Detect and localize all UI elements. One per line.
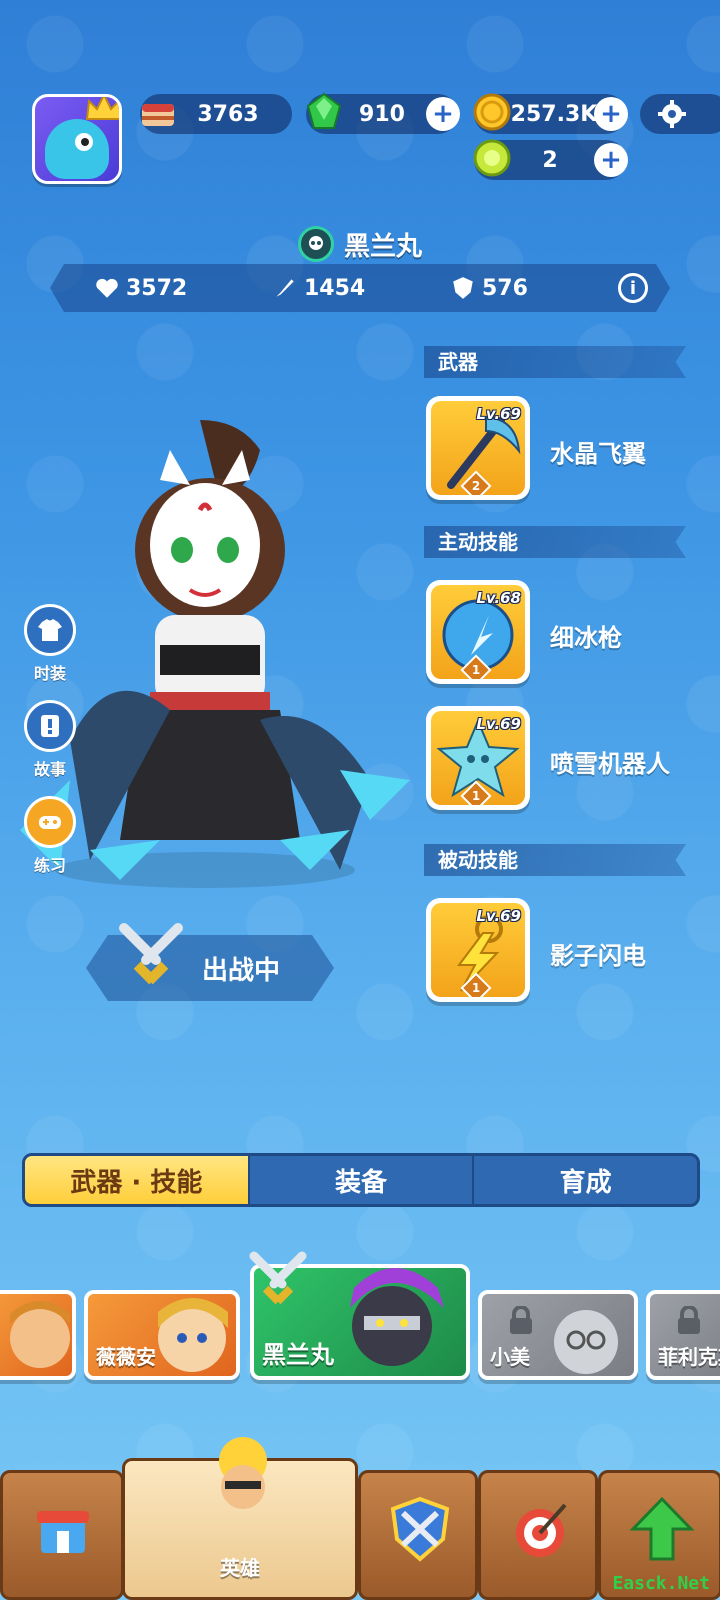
active-skill-1-level: Lv.68: [476, 589, 521, 607]
plus-icon: +: [600, 99, 622, 129]
costume-button[interactable]: 时装: [22, 604, 78, 684]
add-gems-button[interactable]: +: [426, 97, 460, 131]
cake-counter: 3763: [140, 94, 292, 134]
passive-skill-level: Lv.69: [476, 907, 521, 925]
shirt-icon: [24, 604, 76, 656]
sword-icon: [276, 279, 294, 297]
story-label: 故事: [33, 760, 66, 779]
crossed-swords-icon: [119, 923, 183, 985]
tab-weapon-skills[interactable]: 武器 · 技能: [25, 1156, 250, 1204]
tab-growth[interactable]: 育成: [474, 1156, 697, 1204]
gem-icon: [306, 92, 342, 129]
nav-shop[interactable]: [0, 1470, 124, 1600]
heart-icon: [96, 278, 118, 298]
stat-hp-value: 3572: [126, 275, 188, 301]
plus-icon: +: [600, 145, 622, 175]
active-skill-1-rank: 1: [471, 663, 481, 677]
section-active-skills: 主动技能: [424, 526, 686, 558]
active-skill-1-name: 细冰枪: [550, 624, 622, 652]
plus-icon: +: [432, 99, 454, 129]
cake-icon: [142, 104, 174, 126]
story-icon: [24, 700, 76, 752]
info-icon[interactable]: i: [618, 273, 648, 303]
coin-value: 257.3K: [510, 101, 598, 127]
add-tokens-button[interactable]: +: [594, 143, 628, 177]
cake-value: 3763: [197, 101, 259, 127]
crown-icon: [85, 97, 119, 120]
hero-detail-tabs: 武器 · 技能 装备 育成: [22, 1153, 700, 1207]
active-skill-1-card[interactable]: Lv.68 1: [426, 580, 530, 684]
hero-card-partial[interactable]: [0, 1290, 76, 1380]
avatar-eye: [75, 133, 93, 151]
hero-card-name: 小美: [490, 1345, 530, 1369]
story-button[interactable]: 故事: [22, 700, 78, 780]
passive-skill-rank: 1: [471, 981, 481, 995]
top-bar: 3763 910 + 257.3K + 2 +: [0, 88, 720, 198]
token-icon: [473, 139, 511, 177]
practice-button[interactable]: 练习: [22, 796, 78, 876]
active-skill-2-rank: 1: [471, 789, 481, 803]
lock-icon: [678, 1306, 700, 1334]
active-skill-2-card[interactable]: Lv.69 1: [426, 706, 530, 810]
avatar-bird-icon: [45, 119, 109, 179]
weapon-name: 水晶飞翼: [550, 440, 646, 468]
skull-icon: [297, 226, 334, 262]
battle-shield-icon: [390, 1496, 450, 1562]
shop-icon: [37, 1511, 89, 1553]
deploy-status-label: 出战中: [202, 956, 281, 986]
player-avatar[interactable]: [32, 94, 122, 184]
settings-button[interactable]: [640, 94, 720, 134]
gear-icon: [658, 100, 686, 128]
watermark: Easck.Net: [612, 1573, 710, 1594]
weapon-card[interactable]: Lv.69 2: [426, 396, 530, 500]
target-icon: [516, 1503, 567, 1557]
token-value: 2: [542, 147, 558, 173]
add-coins-button[interactable]: +: [594, 97, 628, 131]
section-passive-skills: 被动技能: [424, 844, 686, 876]
costume-label: 时装: [33, 664, 66, 683]
nav-hero-label: 英雄: [220, 1556, 260, 1580]
nav-target[interactable]: [478, 1470, 598, 1600]
weapon-rank: 2: [471, 479, 481, 493]
hero-card-name: 薇薇安: [96, 1345, 156, 1369]
passive-skill-name: 影子闪电: [550, 942, 646, 970]
section-weapon: 武器: [424, 346, 686, 378]
gem-counter: 910 +: [306, 92, 460, 134]
hero-card-name: 黑兰丸: [262, 1341, 334, 1369]
stat-attack-value: 1454: [304, 275, 366, 301]
active-skill-2-name: 喷雪机器人: [550, 750, 670, 778]
stat-defense: 576: [450, 275, 528, 301]
weapon-level: Lv.69: [476, 405, 521, 423]
hero-card-felix-locked[interactable]: 菲利克斯: [646, 1290, 720, 1380]
stat-hp: 3572: [94, 275, 187, 301]
nav-battle[interactable]: [358, 1470, 478, 1600]
tab-equipment[interactable]: 装备: [250, 1156, 475, 1204]
hero-name: 黑兰丸: [343, 231, 422, 262]
gem-value: 910: [359, 101, 405, 127]
practice-label: 练习: [33, 856, 66, 875]
stat-defense-value: 576: [482, 275, 528, 301]
hero-card-xiaomei-locked[interactable]: 小美: [478, 1290, 638, 1380]
stat-attack: 1454: [272, 275, 365, 301]
crossed-swords-icon: [249, 1251, 307, 1305]
coin-counter: 257.3K +: [473, 93, 628, 134]
hero-nav-icon: [219, 1437, 267, 1509]
hero-card-name: 菲利克斯: [658, 1345, 720, 1369]
hero-portrait: [10, 1301, 70, 1368]
shield-icon: [453, 277, 473, 299]
token-counter: 2 +: [473, 139, 628, 180]
upgrade-arrow-icon: [629, 1496, 695, 1561]
gamepad-icon: [24, 796, 76, 848]
nav-hero[interactable]: 英雄: [122, 1437, 358, 1600]
hero-stats-bar: 3572 1454 576 i: [50, 264, 670, 312]
passive-skill-card[interactable]: Lv.69 1: [426, 898, 530, 1002]
coin-icon: [473, 93, 511, 131]
hero-card-vivian[interactable]: 薇薇安: [84, 1290, 240, 1380]
active-skill-2-level: Lv.69: [476, 715, 521, 733]
hero-name-row: 黑兰丸: [0, 222, 720, 266]
